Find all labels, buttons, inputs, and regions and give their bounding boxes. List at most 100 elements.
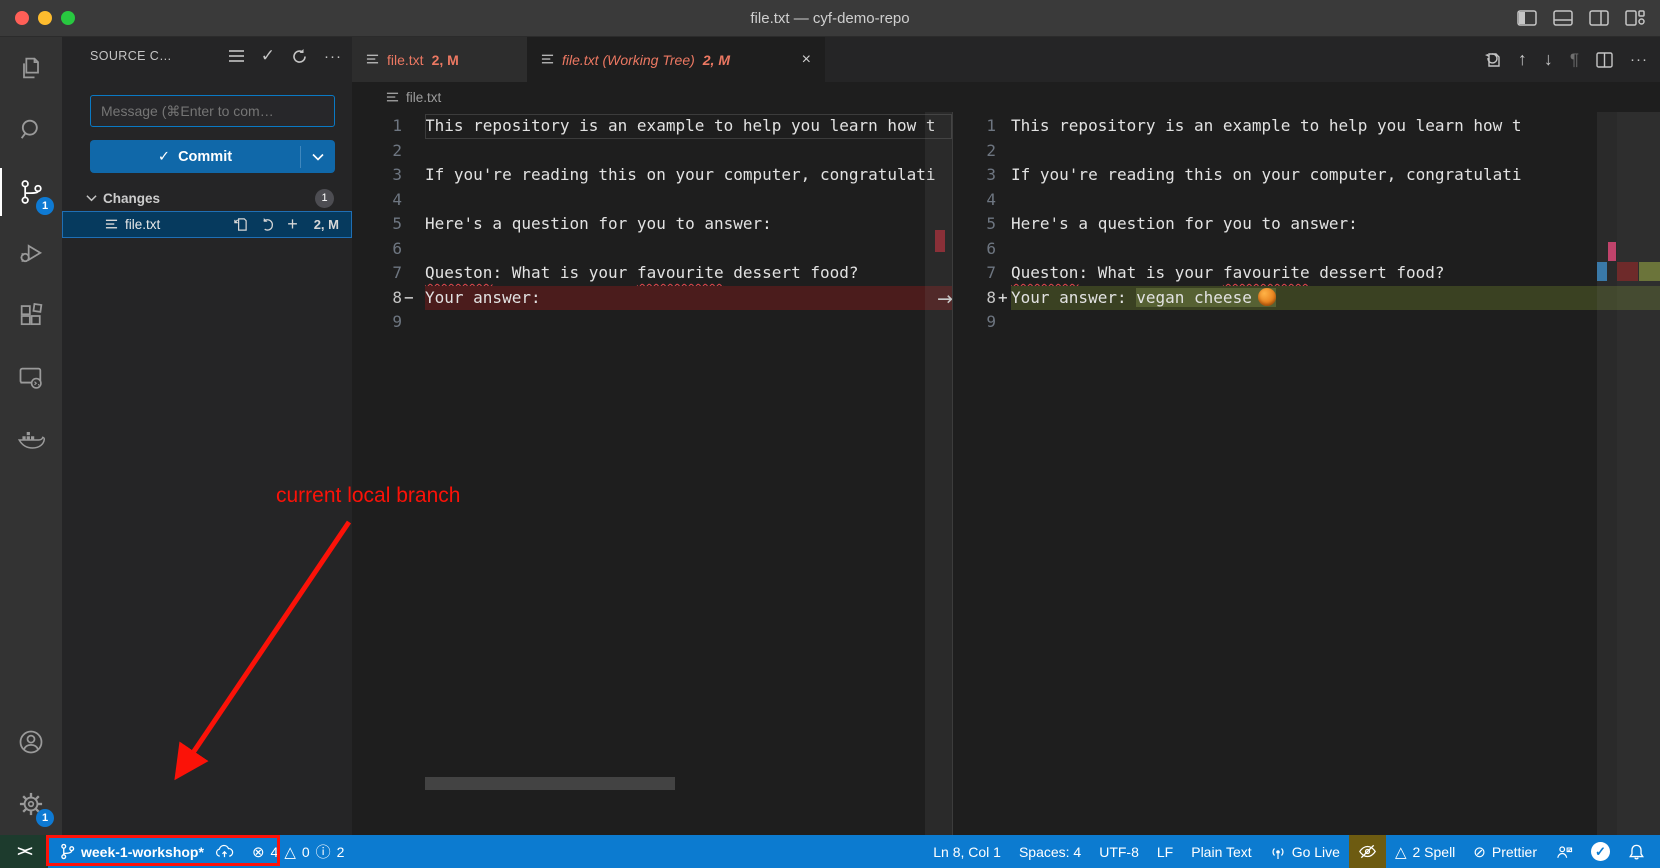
spell-checker-toggle[interactable] <box>1349 835 1386 868</box>
toggle-panel-icon[interactable] <box>1552 8 1574 28</box>
changed-file-row[interactable]: file.txt + 2, M <box>62 211 352 238</box>
changes-count-badge: 1 <box>315 189 334 208</box>
source-control-icon[interactable]: 1 <box>0 161 62 223</box>
added-code-line: Your answer: vegan cheese <box>1011 286 1660 311</box>
extensions-icon[interactable] <box>0 285 62 347</box>
settings-badge: 1 <box>36 809 54 827</box>
spell-status[interactable]: △ 2 Spell <box>1386 835 1464 868</box>
error-icon: ⊗ <box>252 843 265 861</box>
eol-sequence[interactable]: LF <box>1148 835 1182 868</box>
discard-changes-icon[interactable] <box>260 217 275 232</box>
warning-count: 0 <box>302 844 310 860</box>
horizontal-scrollbar[interactable] <box>425 777 675 790</box>
code-line: Here's a question for you to answer: <box>1011 212 1660 237</box>
scm-changes-badge: 1 <box>36 197 54 215</box>
publish-cloud-icon <box>215 844 234 859</box>
info-icon: ⓘ <box>316 841 331 862</box>
code-line: If you're reading this on your computer,… <box>1011 163 1660 188</box>
diff-modified-pane[interactable]: 1This repository is an example to help y… <box>952 112 1660 835</box>
split-editor-icon[interactable] <box>1596 52 1613 68</box>
tab-status: 2, M <box>432 52 459 68</box>
overview-marker-olive <box>1639 262 1660 281</box>
dessert-emoji-icon <box>1258 288 1276 306</box>
branch-indicator[interactable]: week-1-workshop* <box>48 835 243 868</box>
file-status-badge: 2, M <box>314 217 339 232</box>
go-live-button[interactable]: Go Live <box>1261 835 1349 868</box>
tab-label: file.txt <box>387 52 424 68</box>
problems-indicator[interactable]: ⊗ 4 △ 0 ⓘ 2 <box>243 835 354 868</box>
docker-icon[interactable] <box>0 409 62 471</box>
notifications-bell-icon[interactable] <box>1619 835 1654 868</box>
tab-file-txt-working-tree[interactable]: file.txt (Working Tree) 2, M × <box>527 37 825 82</box>
commit-dropdown-chevron[interactable] <box>301 153 335 161</box>
sidebar-title: SOURCE C… <box>90 49 172 63</box>
text-file-icon <box>541 53 554 66</box>
tab-bar: file.txt 2, M file.txt (Working Tree) 2,… <box>352 37 1660 82</box>
more-actions-icon[interactable]: ··· <box>324 48 342 65</box>
refresh-icon[interactable] <box>291 48 308 65</box>
next-change-icon[interactable]: ↓ <box>1544 49 1553 70</box>
removed-code-line: Your answer: <box>425 286 952 311</box>
scrollbar[interactable] <box>925 112 952 835</box>
code-line: Here's a question for you to answer: <box>425 212 952 237</box>
warning-icon: △ <box>1395 843 1407 861</box>
text-file-icon <box>366 53 379 66</box>
editor-area: file.txt 2, M file.txt (Working Tree) 2,… <box>352 37 1660 835</box>
cursor-position[interactable]: Ln 8, Col 1 <box>924 835 1010 868</box>
chevron-down-icon <box>86 194 97 202</box>
code-line: This repository is an example to help yo… <box>1011 114 1660 139</box>
code-line: This repository is an example to help yo… <box>425 114 952 139</box>
activity-bar: 1 1 <box>0 37 62 835</box>
settings-gear-icon[interactable]: 1 <box>0 773 62 835</box>
close-tab-icon[interactable]: × <box>802 51 811 69</box>
status-bar: >< week-1-workshop* ⊗ 4 △ 0 ⓘ 2 Ln 8, Co… <box>0 835 1660 868</box>
git-branch-icon <box>60 843 75 860</box>
remote-indicator[interactable]: >< <box>0 835 48 868</box>
branch-name: week-1-workshop* <box>81 844 204 860</box>
more-actions-icon[interactable]: ··· <box>1630 51 1648 68</box>
search-icon[interactable] <box>0 99 62 161</box>
language-mode[interactable]: Plain Text <box>1182 835 1260 868</box>
accounts-icon[interactable] <box>0 711 62 773</box>
changed-file-name: file.txt <box>125 217 160 232</box>
text-file-icon <box>105 218 118 231</box>
overview-ruler <box>1617 112 1660 835</box>
open-changes-icon[interactable] <box>1483 51 1501 69</box>
overview-marker-pink <box>1608 242 1616 261</box>
toggle-sidebar-icon[interactable] <box>1516 8 1538 28</box>
customize-layout-icon[interactable] <box>1624 8 1646 28</box>
close-window-button[interactable] <box>15 11 29 25</box>
tracking-status-icon[interactable]: ✓ <box>1582 835 1619 868</box>
indentation[interactable]: Spaces: 4 <box>1010 835 1090 868</box>
overview-marker-red <box>1617 262 1638 281</box>
breadcrumb-file[interactable]: file.txt <box>406 90 441 105</box>
commit-check-icon[interactable]: ✓ <box>261 46 275 66</box>
changes-section-header[interactable]: Changes 1 <box>62 185 352 211</box>
prettier-status[interactable]: ⊘ Prettier <box>1464 835 1546 868</box>
eye-closed-icon <box>1358 843 1377 860</box>
diff-original-pane[interactable]: 1This repository is an example to help y… <box>352 112 952 835</box>
zoom-window-button[interactable] <box>61 11 75 25</box>
stage-changes-icon[interactable]: + <box>287 214 298 235</box>
commit-message-input[interactable] <box>90 95 335 127</box>
open-file-icon[interactable] <box>233 217 248 232</box>
run-debug-icon[interactable] <box>0 223 62 285</box>
previous-change-icon[interactable]: ↑ <box>1518 49 1527 70</box>
toggle-secondary-sidebar-icon[interactable] <box>1588 8 1610 28</box>
commit-button[interactable]: ✓ Commit <box>90 140 335 173</box>
remote-explorer-icon[interactable] <box>0 347 62 409</box>
view-mode-icon[interactable] <box>228 49 245 63</box>
encoding[interactable]: UTF-8 <box>1090 835 1148 868</box>
changes-label: Changes <box>103 191 160 206</box>
diff-editor[interactable]: 1This repository is an example to help y… <box>352 112 1660 835</box>
tab-file-txt[interactable]: file.txt 2, M <box>352 37 527 82</box>
scrollbar[interactable] <box>1597 112 1617 835</box>
window-title: file.txt — cyf-demo-repo <box>750 10 909 27</box>
feedback-icon[interactable] <box>1546 835 1582 868</box>
breadcrumb[interactable]: file.txt <box>352 82 1660 112</box>
source-control-sidebar: SOURCE C… ✓ ··· ✓ Commit Changes <box>62 37 352 835</box>
render-whitespace-icon[interactable]: ¶ <box>1570 50 1579 70</box>
minimize-window-button[interactable] <box>38 11 52 25</box>
explorer-icon[interactable] <box>0 37 62 99</box>
overview-marker-blue <box>1597 262 1607 281</box>
